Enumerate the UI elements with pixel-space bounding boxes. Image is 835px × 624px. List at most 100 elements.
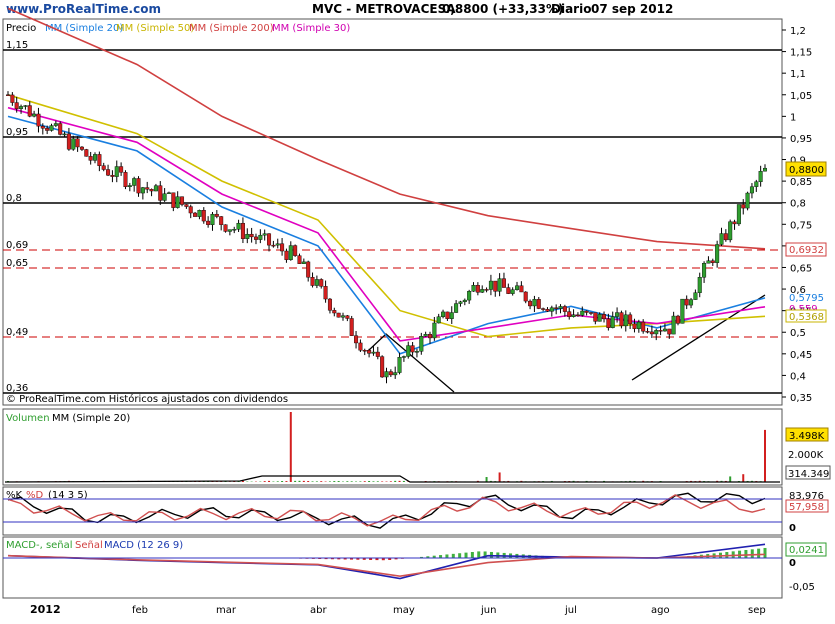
site-name[interactable]: www.ProRealTime.com bbox=[6, 2, 161, 16]
candle-body bbox=[280, 244, 284, 251]
candle-body bbox=[219, 217, 223, 225]
macd-hist-bar bbox=[764, 548, 767, 558]
candle-body bbox=[380, 357, 384, 377]
volume-bar bbox=[381, 481, 383, 482]
candle-body bbox=[398, 357, 402, 372]
legend-vol-mm: MM (Simple 20) bbox=[52, 413, 130, 424]
candle-body bbox=[563, 306, 567, 311]
candle-body bbox=[580, 311, 584, 315]
volume-bar bbox=[399, 481, 401, 482]
volume-bar bbox=[303, 481, 305, 482]
candle-body bbox=[415, 351, 419, 352]
candle-body bbox=[559, 306, 563, 308]
candle-body bbox=[45, 128, 49, 130]
badge-sma200-text: 0,6932 bbox=[789, 245, 824, 256]
legend-sma200: MM (Simple 200) bbox=[189, 23, 274, 34]
candle-body bbox=[411, 346, 415, 352]
legend-sma50: MM (Simple 50) bbox=[116, 23, 194, 34]
legend-precio: Precio bbox=[6, 23, 36, 34]
volume-bar bbox=[294, 481, 296, 482]
ticker-label: MVC - METROVACESA bbox=[312, 2, 456, 16]
volume-bar bbox=[329, 481, 331, 482]
month-label: jun bbox=[480, 605, 496, 616]
legend-sma20: MM (Simple 20) bbox=[45, 23, 123, 34]
candle-body bbox=[659, 330, 663, 331]
candle-body bbox=[6, 95, 10, 96]
candle-body bbox=[41, 126, 45, 128]
legend-signal: Señal bbox=[75, 540, 103, 551]
candle-body bbox=[163, 194, 167, 201]
volume-bar bbox=[729, 476, 731, 482]
candle-body bbox=[615, 313, 619, 317]
volume-bar bbox=[312, 481, 314, 482]
candle-body bbox=[376, 352, 380, 357]
candle-body bbox=[728, 222, 732, 240]
candle-body bbox=[685, 299, 689, 305]
header: www.ProRealTime.com MVC - METROVACESA 0,… bbox=[6, 2, 673, 16]
candle-body bbox=[406, 346, 410, 357]
volume-bar bbox=[359, 481, 361, 482]
candle-body bbox=[476, 285, 480, 292]
candle-body bbox=[602, 314, 606, 319]
macd-tick-zero: 0 bbox=[789, 558, 796, 569]
candle-body bbox=[707, 261, 711, 263]
axis-tick-label: 0,85 bbox=[790, 177, 812, 188]
candle-body bbox=[546, 309, 550, 311]
chart-stage: www.ProRealTime.com MVC - METROVACESA 0,… bbox=[0, 0, 835, 620]
candle-body bbox=[80, 147, 84, 150]
volume-bar bbox=[333, 481, 335, 482]
x-axis: 2012 feb mar abr may jun jul ago sep bbox=[30, 603, 766, 616]
candle-body bbox=[711, 261, 715, 263]
month-label: ago bbox=[651, 605, 670, 616]
candle-body bbox=[206, 221, 210, 225]
axis-tick-label: 0,5 bbox=[790, 328, 806, 339]
candle-body bbox=[554, 308, 558, 309]
candle-body bbox=[667, 329, 671, 334]
candle-body bbox=[507, 288, 511, 294]
candle-body bbox=[76, 139, 80, 147]
candle-body bbox=[633, 324, 637, 329]
axis-tick-label: 1,15 bbox=[790, 48, 812, 59]
candle-body bbox=[311, 277, 315, 285]
candle-body bbox=[19, 106, 23, 108]
candle-body bbox=[367, 350, 371, 353]
candle-body bbox=[385, 372, 389, 377]
candle-body bbox=[328, 299, 332, 310]
candle-body bbox=[272, 245, 276, 246]
candle-body bbox=[111, 175, 115, 176]
badge-macd-hist-text: 0,0241 bbox=[789, 545, 824, 556]
candle-body bbox=[637, 322, 641, 329]
candle-body bbox=[350, 318, 354, 335]
volume-bar bbox=[281, 481, 283, 482]
volume-bar bbox=[394, 481, 396, 482]
candle-body bbox=[293, 246, 297, 256]
candle-body bbox=[746, 193, 750, 208]
candle-body bbox=[715, 244, 719, 262]
candle-body bbox=[332, 310, 336, 313]
volume-bar bbox=[377, 481, 379, 482]
badge-volume-last-text: 3.498K bbox=[789, 431, 825, 442]
candle-body bbox=[650, 332, 654, 334]
month-label: may bbox=[393, 605, 415, 616]
candle-body bbox=[298, 256, 302, 264]
legend-sma30: MM (Simple 30) bbox=[272, 23, 350, 34]
candle-body bbox=[402, 356, 406, 357]
legend-macd: MACD-, señal bbox=[6, 540, 73, 551]
candle-body bbox=[511, 290, 515, 294]
candle-body bbox=[572, 315, 576, 317]
candle-body bbox=[106, 170, 110, 176]
candle-body bbox=[454, 304, 458, 313]
candle-body bbox=[241, 223, 245, 239]
candle-body bbox=[741, 204, 745, 208]
candle-body bbox=[276, 244, 280, 245]
volume-bar bbox=[390, 481, 392, 482]
candle-body bbox=[202, 210, 206, 221]
candle-body bbox=[654, 330, 658, 334]
candle-body bbox=[115, 167, 119, 177]
candle-body bbox=[389, 372, 393, 375]
candle-body bbox=[167, 193, 171, 194]
candle-body bbox=[337, 313, 341, 317]
candle-body bbox=[189, 207, 193, 213]
candle-body bbox=[32, 114, 36, 116]
candle-body bbox=[263, 234, 267, 236]
